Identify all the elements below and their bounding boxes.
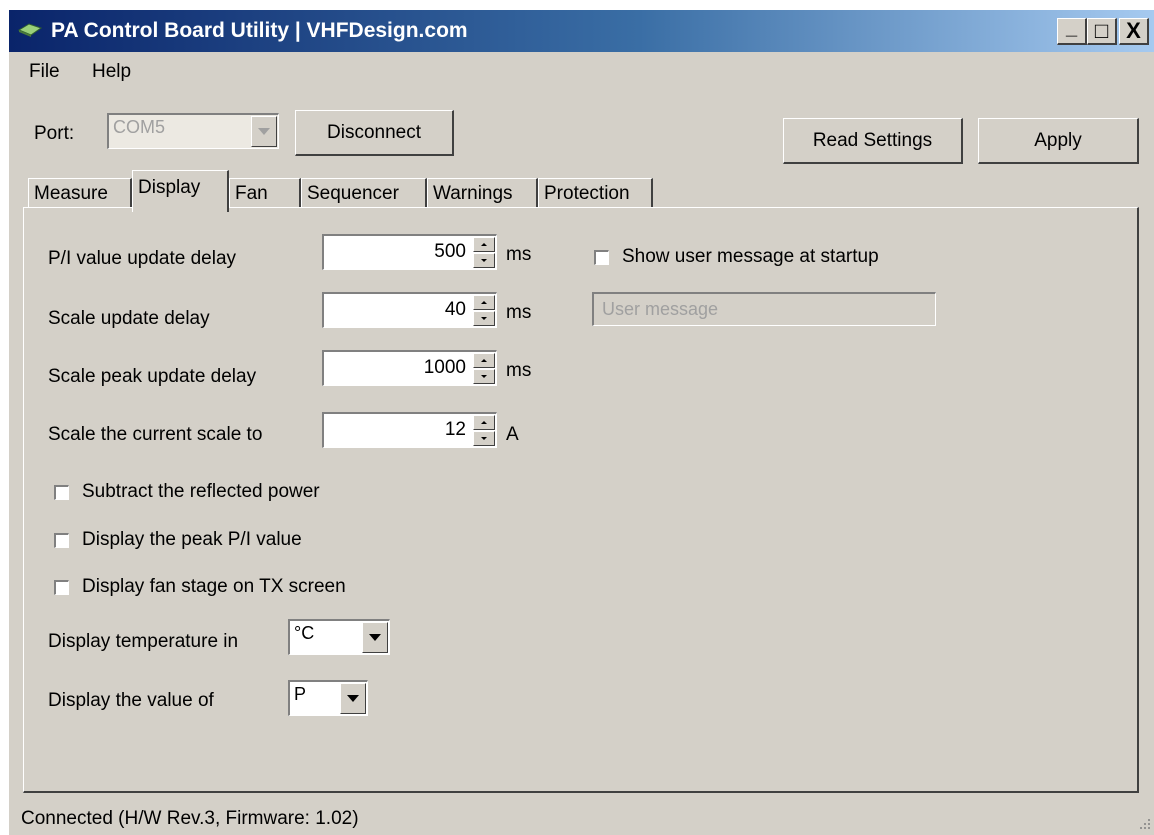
scale-update-delay-unit: ms xyxy=(506,302,532,323)
value-of-dropdown-button[interactable] xyxy=(340,683,366,714)
display-peak-label[interactable]: Display the peak P/I value xyxy=(82,529,302,551)
display-value-of-value: P xyxy=(294,684,307,704)
spin-down-button[interactable] xyxy=(473,431,495,446)
spin-up-button[interactable] xyxy=(473,353,495,368)
scale-update-delay-label: Scale update delay xyxy=(48,308,210,329)
scale-update-delay-spinner[interactable]: 40 xyxy=(322,292,497,328)
current-scale-unit: A xyxy=(506,424,519,445)
resize-grip-icon[interactable] xyxy=(1137,817,1151,831)
display-tab-panel: P/I value update delay 500 ms Scale upda… xyxy=(23,207,1139,793)
display-value-of-select[interactable]: P xyxy=(288,680,368,716)
port-dropdown-button[interactable] xyxy=(251,116,277,147)
display-fan-stage-checkbox[interactable] xyxy=(54,580,69,595)
spin-up-button[interactable] xyxy=(473,295,495,310)
show-user-message-label[interactable]: Show user message at startup xyxy=(622,246,879,268)
app-icon xyxy=(17,23,43,37)
chevron-down-icon xyxy=(347,695,359,702)
scale-update-delay-value: 40 xyxy=(444,299,466,320)
arrow-down-icon xyxy=(481,317,487,320)
minimize-button[interactable]: _ xyxy=(1057,16,1087,45)
display-peak-checkbox[interactable] xyxy=(54,533,69,548)
spin-buttons xyxy=(473,353,495,384)
spin-down-button[interactable] xyxy=(473,311,495,326)
user-message-placeholder: User message xyxy=(602,299,719,319)
tab-fan[interactable]: Fan xyxy=(229,178,301,208)
pi-update-delay-label: P/I value update delay xyxy=(48,248,237,269)
read-settings-button[interactable]: Read Settings xyxy=(783,118,963,164)
arrow-down-icon xyxy=(481,375,487,378)
chevron-down-icon xyxy=(258,128,270,135)
port-select[interactable]: COM5 xyxy=(107,113,279,149)
display-value-of-label: Display the value of xyxy=(48,690,214,711)
show-user-message-checkbox[interactable] xyxy=(594,250,609,265)
temperature-unit-select[interactable]: °C xyxy=(288,619,390,655)
spin-buttons xyxy=(473,295,495,326)
close-button[interactable]: X xyxy=(1119,18,1149,45)
tab-warnings[interactable]: Warnings xyxy=(427,178,538,208)
display-fan-stage-label[interactable]: Display fan stage on TX screen xyxy=(82,576,346,598)
apply-button[interactable]: Apply xyxy=(978,118,1139,164)
minimize-icon: _ xyxy=(1065,16,1078,39)
scale-peak-delay-value: 1000 xyxy=(423,357,466,378)
spin-up-button[interactable] xyxy=(473,415,495,430)
arrow-up-icon xyxy=(481,243,487,246)
tab-display[interactable]: Display xyxy=(132,170,229,212)
arrow-up-icon xyxy=(481,301,487,304)
maximize-icon: □ xyxy=(1094,18,1109,43)
subtract-reflected-checkbox[interactable] xyxy=(54,485,69,500)
temperature-unit-value: °C xyxy=(294,623,315,643)
subtract-reflected-label[interactable]: Subtract the reflected power xyxy=(82,481,320,503)
status-text: Connected (H/W Rev.3, Firmware: 1.02) xyxy=(21,808,359,829)
port-label: Port: xyxy=(34,123,75,144)
user-message-input[interactable]: User message xyxy=(592,292,936,326)
scale-peak-delay-spinner[interactable]: 1000 xyxy=(322,350,497,386)
spin-up-button[interactable] xyxy=(473,237,495,252)
title-bar[interactable]: PA Control Board Utility | VHFDesign.com… xyxy=(9,10,1154,52)
tab-protection[interactable]: Protection xyxy=(538,178,653,208)
current-scale-label: Scale the current scale to xyxy=(48,424,263,445)
spin-buttons xyxy=(473,237,495,268)
pi-update-delay-spinner[interactable]: 500 xyxy=(322,234,497,270)
arrow-up-icon xyxy=(481,421,487,424)
arrow-down-icon xyxy=(481,259,487,262)
arrow-up-icon xyxy=(481,359,487,362)
spin-buttons xyxy=(473,415,495,446)
app-window: PA Control Board Utility | VHFDesign.com… xyxy=(8,10,1154,835)
disconnect-button[interactable]: Disconnect xyxy=(295,110,454,156)
scale-peak-delay-unit: ms xyxy=(506,360,532,381)
arrow-down-icon xyxy=(481,437,487,440)
close-icon: X xyxy=(1126,18,1141,43)
status-bar: Connected (H/W Rev.3, Firmware: 1.02) xyxy=(9,805,1154,835)
menu-file[interactable]: File xyxy=(29,61,60,83)
pi-update-delay-unit: ms xyxy=(506,244,532,265)
window-title: PA Control Board Utility | VHFDesign.com xyxy=(51,19,468,42)
current-scale-spinner[interactable]: 12 xyxy=(322,412,497,448)
spin-down-button[interactable] xyxy=(473,253,495,268)
temperature-unit-label: Display temperature in xyxy=(48,631,239,652)
tab-measure[interactable]: Measure xyxy=(28,178,132,208)
menu-bar: File Help xyxy=(9,54,1154,90)
menu-help[interactable]: Help xyxy=(92,61,131,83)
maximize-button[interactable]: □ xyxy=(1087,18,1117,45)
port-value: COM5 xyxy=(113,117,166,137)
temperature-dropdown-button[interactable] xyxy=(362,622,388,653)
tab-sequencer[interactable]: Sequencer xyxy=(301,178,427,208)
scale-peak-delay-label: Scale peak update delay xyxy=(48,366,257,387)
chevron-down-icon xyxy=(369,634,381,641)
spin-down-button[interactable] xyxy=(473,369,495,384)
current-scale-value: 12 xyxy=(444,419,466,440)
pi-update-delay-value: 500 xyxy=(434,241,466,262)
